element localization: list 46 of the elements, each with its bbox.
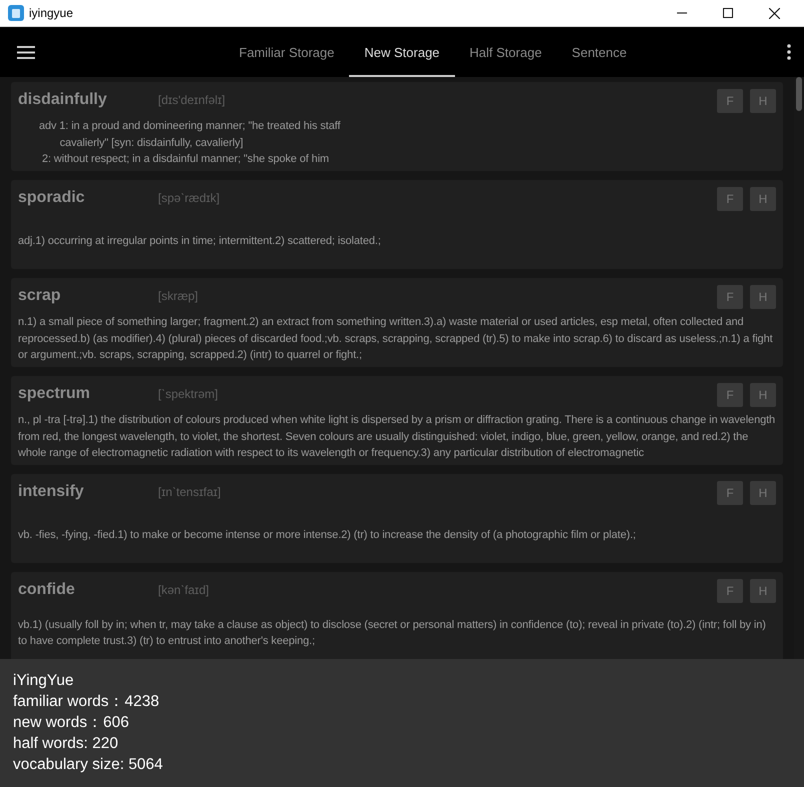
phonetic: [ˋspektrəm] — [158, 387, 218, 401]
definition: n.1) a small piece of something larger; fragment.2) an extract from something written.3).a) waste material or used articles, esp metal, often collected and reprocessed.b) (as modifier).4) (plural) pieces of discarded food.;vb. scraps, scrapping, scrapped (tr).5) to make into scrap.6) to discard as useless.;n.1) a fight or argument.;vb. scraps, scrapping, scrapped.2) (intr) to quarrel or fight.; — [18, 315, 774, 364]
mark-button[interactable]: H — [750, 187, 776, 211]
mark-button[interactable]: H — [750, 89, 776, 113]
phonetic: [kənˋfaɪd] — [158, 583, 209, 597]
mark-button[interactable]: F — [717, 579, 743, 603]
stat-line: new words：606 — [13, 713, 130, 733]
mark-button[interactable]: F — [717, 89, 743, 113]
mark-button[interactable]: H — [750, 579, 776, 603]
phonetic: [ɪnˋtensɪfaɪ] — [158, 485, 221, 499]
stat-line: familiar words：4238 — [13, 692, 160, 712]
definition: adv 1: in a proud and domineering manner; "he treated his staff cavalierly" [syn: disdainfully, cavalierly] 2: without respect; in a disdainful manner; "she spoke of him — [38, 119, 342, 168]
scrollbar-thumb[interactable] — [796, 77, 802, 111]
mark-button[interactable]: F — [717, 481, 743, 505]
more-icon[interactable] — [787, 44, 791, 60]
tab[interactable]: Familiar Storage — [224, 27, 350, 77]
tab[interactable]: New Storage — [349, 27, 455, 77]
phonetic: [dɪs'deɪnfəlɪ] — [158, 93, 226, 107]
mark-button[interactable]: F — [717, 187, 743, 211]
definition: adj.1) occurring at irregular points in time; intermittent.2) scattered; isolated.; — [18, 234, 382, 249]
mark-button[interactable]: F — [717, 383, 743, 407]
stat-line: vocabulary size: 5064 — [13, 755, 164, 775]
stat-line: half words: 220 — [13, 734, 120, 754]
word-title: scrap — [18, 287, 62, 305]
tab[interactable]: Sentence — [556, 27, 642, 77]
tab[interactable]: Half Storage — [454, 27, 557, 77]
word-title: intensify — [18, 483, 85, 501]
app-icon — [8, 5, 24, 21]
definition: vb. -fies, -fying, -fied.1) to make or become intense or more intense.2) (tr) to increase the density of (a photographic film or plate).; — [18, 528, 637, 543]
stat-line: iYingYue — [13, 671, 75, 691]
menu-icon[interactable] — [17, 46, 35, 58]
window-title: iyingyue — [29, 6, 74, 20]
word-title: spectrum — [18, 385, 92, 403]
mark-button[interactable]: H — [750, 383, 776, 407]
phonetic: [skræp] — [158, 289, 198, 303]
definition: vb.1) (usually foll by in; when tr, may take a clause as object) to disclose (secret or personal matters) in confidence (to); reveal in private (to).2) (intr; foll by in) to have complete trust.3) (tr) to entrust into another's keeping.; — [18, 618, 767, 649]
close-icon[interactable] — [769, 8, 780, 18]
word-title: confide — [18, 581, 76, 599]
maximize-icon[interactable] — [723, 8, 733, 18]
mark-button[interactable]: H — [750, 285, 776, 309]
mark-button[interactable]: F — [717, 285, 743, 309]
word-title: disdainfully — [18, 91, 108, 109]
definition: n., pl -tra [-trə].1) the distribution of colours produced when white light is dispersed by a prism or diffraction grating. There is a continuous change in wavelength from red, the longest wavelength, to violet, the shortest. Seven colours are usually distinguished: violet, indigo, blue, green, yellow, orange, and red.2) the whole range of electromagnetic radiation with respect to its wavelength or frequency.3) any particular distribution of electromagnetic — [18, 413, 776, 462]
word-title: sporadic — [18, 189, 86, 207]
phonetic: [spəˋrædɪk] — [158, 191, 220, 205]
mark-button[interactable]: H — [750, 481, 776, 505]
